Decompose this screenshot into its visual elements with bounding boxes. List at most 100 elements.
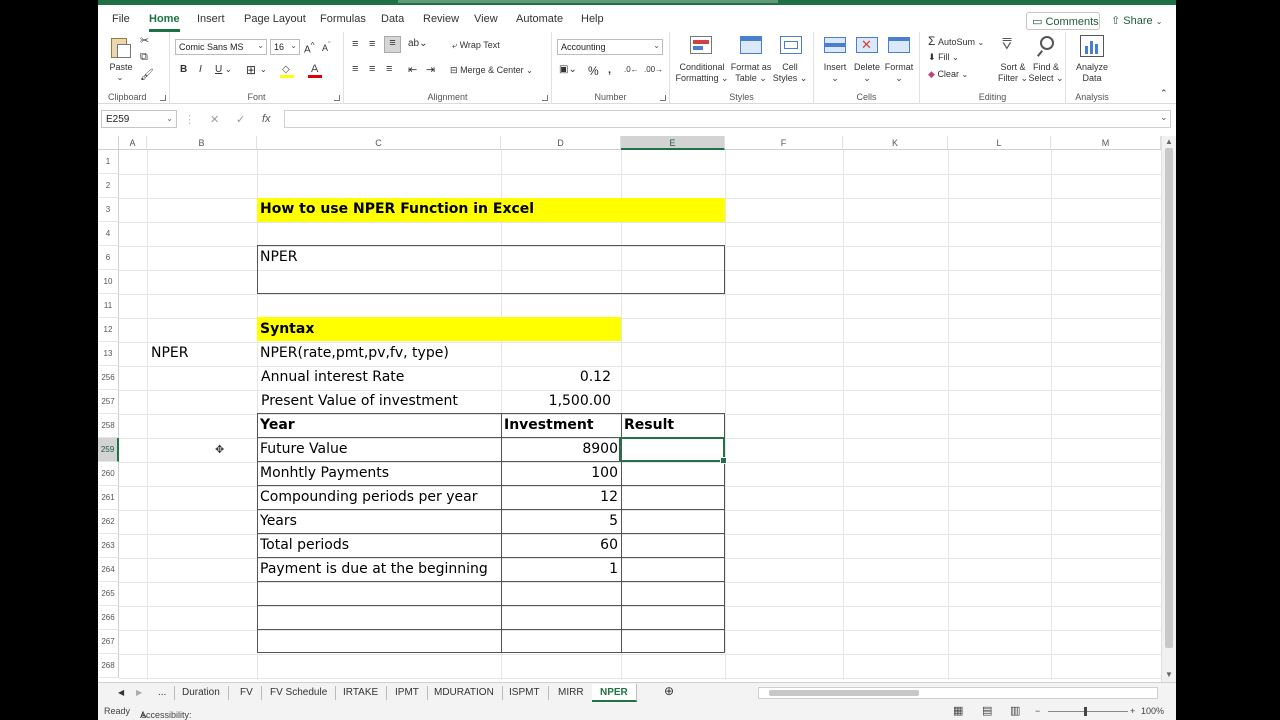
row-header-264[interactable]: 264 [98,558,119,582]
sheet-tab-fv[interactable]: FV [232,686,262,700]
cell-styles-icon[interactable] [780,36,802,56]
sheet-tab-mduration[interactable]: MDURATION [426,686,503,700]
column-header-a[interactable]: A [119,136,147,150]
row-header-258[interactable]: 258 [98,414,119,438]
paste-icon[interactable] [111,36,131,58]
row-header-10[interactable]: 10 [98,270,119,294]
rate-value[interactable]: 0.12 [501,369,611,385]
row-header-4[interactable]: 4 [98,222,119,246]
font-name-combo[interactable]: Comic Sans MS ⌄ [175,39,267,55]
vertical-scrollbar[interactable]: ▲ ▼ [1161,136,1176,684]
align-left-icon[interactable]: ≡ [352,63,358,75]
cell-c13[interactable]: NPER(rate,pmt,pv,fv, type) [260,345,449,361]
insert-cells-icon[interactable] [824,37,846,55]
row-header-11[interactable]: 11 [98,294,119,318]
table-row-label[interactable]: Compounding periods per year [260,489,477,505]
cancel-icon[interactable]: ✕ [210,113,219,126]
wrap-text-button[interactable]: ⤶ Wrap Text [452,40,500,51]
delete-cells-icon[interactable]: ✕ [856,37,878,55]
row-header-266[interactable]: 266 [98,606,119,630]
page-layout-view-icon[interactable]: ▤ [982,704,992,717]
row-header-268[interactable]: 268 [98,654,119,678]
row-header-263[interactable]: 263 [98,534,119,558]
alignment-launcher-icon[interactable] [542,95,548,101]
row-header-259[interactable]: 259 [98,438,119,462]
align-center-icon[interactable]: ≡ [369,63,375,75]
sort-filter-button[interactable]: Sort & Filter ⌄ [994,62,1032,84]
column-header-m[interactable]: M [1051,136,1161,150]
zoom-in-icon[interactable]: + [1130,706,1135,716]
table-row-label[interactable]: Payment is due at the beginning [260,561,488,577]
sort-filter-icon[interactable]: ⩢ [1002,36,1012,54]
cut-icon[interactable]: ✂ [140,34,149,47]
format-cells-icon[interactable] [888,37,910,55]
rate-label[interactable]: Annual interest Rate [261,369,404,385]
tab-formulas[interactable]: Formulas [320,13,366,25]
table-row-value[interactable]: 12 [501,489,618,505]
row-header-1[interactable]: 1 [98,150,119,174]
paste-dropdown-icon[interactable]: ⌄ [112,72,128,83]
normal-view-icon[interactable]: ▦ [953,704,963,717]
analyze-data-button[interactable]: Analyze Data [1070,62,1114,84]
column-header-l[interactable]: L [948,136,1051,150]
expand-formula-bar-icon[interactable]: ⌄ [1160,112,1168,123]
row-header-2[interactable]: 2 [98,174,119,198]
table-row-value[interactable]: 100 [501,465,618,481]
table-row-label[interactable]: Future Value [260,441,347,457]
decrease-decimal-icon[interactable]: .00→ [644,65,663,74]
add-sheet-icon[interactable]: ⊕ [656,684,682,698]
sheet-tab-irtake[interactable]: IRTAKE [335,686,388,700]
column-header-k[interactable]: K [843,136,948,150]
cell-b13[interactable]: NPER [151,345,189,361]
bold-button[interactable]: B [180,64,187,75]
zoom-slider-track[interactable] [1048,711,1128,712]
collapse-ribbon-icon[interactable]: ⌃ [1160,88,1168,99]
increase-font-icon[interactable]: A^ [304,40,315,55]
page-break-view-icon[interactable]: ▥ [1010,704,1020,717]
scroll-up-icon[interactable]: ▲ [1165,137,1173,146]
sheet-tab-duration[interactable]: Duration [174,686,229,700]
chevron-down-icon[interactable]: ⌄ [225,65,232,74]
table-row-label[interactable]: Years [260,513,297,529]
tab-automate[interactable]: Automate [516,13,563,25]
clipboard-launcher-icon[interactable] [160,95,166,101]
comments-button[interactable]: ▭ Comments [1026,12,1100,30]
table-row-label[interactable]: Total periods [260,537,349,553]
table-row-value[interactable]: 5 [501,513,618,529]
zoom-level[interactable]: 100% [1141,706,1164,716]
conditional-formatting-icon[interactable] [690,36,712,56]
share-button[interactable]: ⇧ Share ⌄ [1106,12,1166,30]
nper-merged-box[interactable] [257,245,725,294]
sheet-title[interactable]: How to use NPER Function in Excel [260,201,534,217]
sheet-tab-more[interactable]: ... [150,686,176,700]
search-icon[interactable] [1036,35,1058,57]
select-all-corner[interactable] [98,136,119,150]
column-header-d[interactable]: D [501,136,621,150]
column-header-f[interactable]: F [725,136,843,150]
table-row-label[interactable]: Monhtly Payments [260,465,389,481]
number-format-combo[interactable]: Accounting ⌄ [557,39,663,55]
fill-button[interactable]: ⬇ Fill ⌄ [928,52,959,63]
conditional-formatting-button[interactable]: Conditional Formatting ⌄ [672,62,732,84]
pv-value[interactable]: 1,500.00 [501,393,611,409]
fill-color-icon[interactable]: ◇ [280,64,294,78]
format-painter-icon[interactable]: 🖌 [140,68,154,81]
table-row-value[interactable]: 60 [501,537,618,553]
row-header-256[interactable]: 256 [98,366,119,390]
align-middle-icon[interactable]: ≡ [369,38,375,50]
next-sheet-icon[interactable]: ▶ [128,686,150,700]
sheet-tab-mirr[interactable]: MIRR [550,686,593,700]
column-header-e[interactable]: E [621,136,725,150]
format-as-table-button[interactable]: Format as Table ⌄ [728,62,774,84]
merge-center-button[interactable]: ⊟ Merge & Center ⌄ [450,65,533,76]
horizontal-scroll-thumb[interactable] [769,690,919,696]
clear-button[interactable]: ◆ Clear ⌄ [928,69,968,80]
orientation-icon[interactable]: ab⌄ [408,38,428,49]
vertical-scroll-thumb[interactable] [1165,148,1173,648]
align-top-icon[interactable]: ≡ [352,38,358,50]
zoom-out-icon[interactable]: − [1035,706,1040,716]
name-box[interactable]: E259 ⌄ [101,110,177,128]
copy-icon[interactable]: ⧉ [140,51,148,64]
percent-icon[interactable]: % [588,64,599,78]
row-header-6[interactable]: 6 [98,246,119,270]
